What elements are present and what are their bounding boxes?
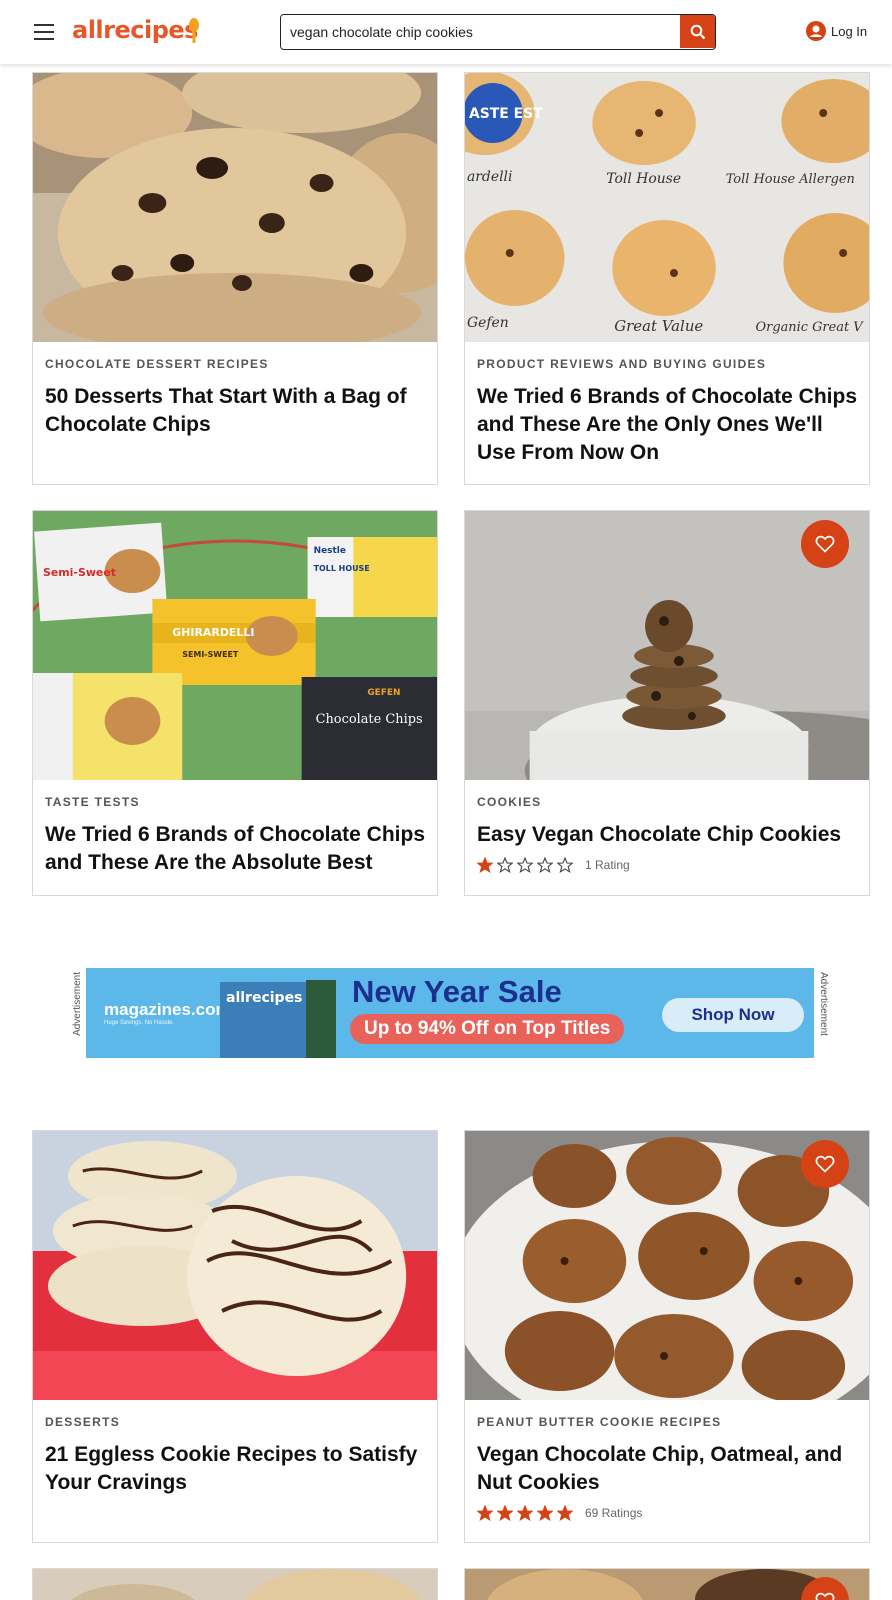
- chocolate-chip-bags-photo: Semi-Sweet Nestle TOLL HOUSE GHIRARDELLI…: [33, 511, 437, 780]
- card-category[interactable]: PEANUT BUTTER COOKIE RECIPES: [477, 1415, 857, 1429]
- ad-label: Advertisement: [72, 972, 83, 1036]
- card-category[interactable]: PRODUCT REVIEWS AND BUYING GUIDES: [477, 357, 857, 371]
- card-title[interactable]: We Tried 6 Brands of Chocolate Chips and…: [45, 821, 425, 877]
- ad-shop-now-button[interactable]: Shop Now: [662, 998, 804, 1032]
- photo-label: Organic Great V: [756, 320, 865, 335]
- photo-label: GEFEN: [367, 688, 400, 698]
- star-filled-icon: [477, 857, 493, 873]
- search-input[interactable]: [281, 15, 681, 48]
- content-card[interactable]: CHOCOLATE DESSERT RECIPES 50 Desserts Th…: [32, 72, 438, 485]
- cookies-photo: [33, 73, 437, 342]
- rating-count: 69 Ratings: [585, 1506, 643, 1520]
- ad-subheadline: Up to 94% Off on Top Titles: [350, 1014, 625, 1044]
- ad-brand-name: magazines.com: [104, 1000, 231, 1019]
- star-filled-icon: [557, 1505, 573, 1521]
- photo-label: Toll House Allergen: [726, 172, 855, 187]
- search-bar: [280, 14, 716, 50]
- ad-brand-tagline: Huge Savings. No Hassle.: [104, 1020, 175, 1026]
- card-title[interactable]: Easy Vegan Chocolate Chip Cookies: [477, 821, 857, 849]
- ad-headline: New Year Sale: [352, 974, 562, 1009]
- content-card[interactable]: COOKIES Easy Vegan Chocolate Chip Cookie…: [464, 510, 870, 896]
- card-title[interactable]: 50 Desserts That Start With a Bag of Cho…: [45, 383, 425, 439]
- photo-label: ardelli: [467, 169, 512, 185]
- star-empty-icon: [517, 857, 533, 873]
- star-filled-icon: [537, 1505, 553, 1521]
- star-empty-icon: [557, 857, 573, 873]
- top-header: allrecipes Log In: [0, 0, 892, 64]
- star-rating: 1 Rating: [477, 857, 857, 873]
- star-filled-icon: [477, 1505, 493, 1521]
- card-title[interactable]: 21 Eggless Cookie Recipes to Satisfy You…: [45, 1441, 425, 1497]
- star-rating: 69 Ratings: [477, 1505, 857, 1521]
- card-title[interactable]: Vegan Chocolate Chip, Oatmeal, and Nut C…: [477, 1441, 857, 1497]
- photo-label: Great Value: [614, 317, 703, 335]
- content-card[interactable]: Semi-Sweet Nestle TOLL HOUSE GHIRARDELLI…: [32, 510, 438, 896]
- ad-magazine-cover: allrecipes: [220, 982, 308, 1058]
- rating-count: 1 Rating: [585, 858, 630, 872]
- star-empty-icon: [537, 857, 553, 873]
- recipe-photo: [33, 1569, 437, 1600]
- card-category[interactable]: CHOCOLATE DESSERT RECIPES: [45, 357, 425, 371]
- heart-icon: [815, 535, 835, 553]
- ad-label: Advertisement: [818, 972, 829, 1036]
- photo-label: ASTE EST: [469, 106, 543, 122]
- user-icon: [806, 21, 826, 41]
- photo-label: Nestle: [314, 546, 346, 556]
- content-card[interactable]: DESSERTS 21 Eggless Cookie Recipes to Sa…: [32, 1130, 438, 1543]
- advertisement-banner[interactable]: magazines.com Huge Savings. No Hassle. a…: [86, 968, 814, 1058]
- card-category[interactable]: DESSERTS: [45, 1415, 425, 1429]
- star-filled-icon: [497, 1505, 513, 1521]
- chocolate-chip-brands-photo: ardelli Toll House Toll House Allergen G…: [465, 73, 869, 342]
- menu-icon[interactable]: [34, 24, 54, 40]
- photo-label: GHIRARDELLI: [172, 626, 254, 639]
- photo-label: TOLL HOUSE: [314, 564, 370, 573]
- photo-label: Toll House: [606, 171, 681, 187]
- logo-spoon-icon: [189, 18, 199, 43]
- card-category[interactable]: COOKIES: [477, 795, 857, 809]
- ad-magazine-label: allrecipes: [226, 990, 303, 1006]
- search-icon: [690, 24, 705, 39]
- login-button[interactable]: Log In: [806, 21, 867, 41]
- ad-magazine-cover: [306, 980, 336, 1058]
- login-label: Log In: [831, 23, 868, 39]
- content-card[interactable]: PEANUT BUTTER COOKIE RECIPES Vegan Choco…: [464, 1130, 870, 1543]
- heart-icon: [815, 1155, 835, 1173]
- site-logo[interactable]: allrecipes: [72, 16, 198, 44]
- card-title[interactable]: We Tried 6 Brands of Chocolate Chips and…: [477, 383, 857, 467]
- photo-label: Gefen: [467, 315, 509, 331]
- card-category[interactable]: TASTE TESTS: [45, 795, 425, 809]
- photo-label: SEMI-SWEET: [182, 650, 239, 659]
- search-button[interactable]: [680, 15, 715, 48]
- eggless-cookies-photo: [33, 1131, 437, 1400]
- star-empty-icon: [497, 857, 513, 873]
- heart-icon: [815, 1592, 835, 1600]
- ad-brand: magazines.com Huge Savings. No Hassle.: [104, 1000, 231, 1026]
- photo-label: Chocolate Chips: [316, 712, 423, 727]
- content-card[interactable]: [464, 1568, 870, 1600]
- star-filled-icon: [517, 1505, 533, 1521]
- save-recipe-button[interactable]: [801, 1140, 849, 1188]
- content-card[interactable]: ardelli Toll House Toll House Allergen G…: [464, 72, 870, 485]
- content-card[interactable]: [32, 1568, 438, 1600]
- photo-label: Semi-Sweet: [43, 566, 116, 579]
- save-recipe-button[interactable]: [801, 520, 849, 568]
